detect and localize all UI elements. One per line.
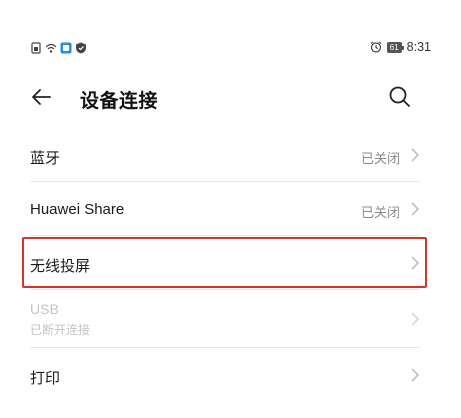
status-left-icons — [30, 42, 87, 54]
list-item-status: 已关闭 — [360, 205, 400, 220]
list-item-huawei-share[interactable]: Huawei Share 已关闭 — [30, 182, 420, 236]
sim-icon — [31, 42, 41, 54]
battery-icon: 61 — [386, 41, 404, 53]
list-item-title: Huawei Share — [30, 201, 125, 218]
arrow-left-icon[interactable] — [28, 84, 54, 110]
list-item-title: 无线投屏 — [30, 258, 91, 275]
chevron-right-icon — [411, 256, 419, 270]
chevron-right-icon — [411, 148, 419, 162]
app-bar: 设备连接 — [0, 78, 461, 118]
chevron-right-icon — [411, 368, 419, 382]
page-title: 设备连接 — [80, 91, 159, 112]
list-item-status: 已关闭 — [360, 151, 400, 166]
list-item-print[interactable]: 打印 — [30, 348, 420, 402]
status-right-icons: 61 8:31 — [370, 40, 431, 54]
list-item-wireless-projection[interactable]: 无线投屏 — [30, 236, 420, 290]
chevron-right-icon — [411, 312, 419, 326]
list-item-title: USB — [30, 301, 59, 317]
list-item-title: 打印 — [30, 370, 61, 387]
list-item-subtitle: 已断开连接 — [30, 323, 91, 337]
list-item-usb[interactable]: USB 已断开连接 — [30, 290, 420, 348]
list-item-title: 蓝牙 — [30, 150, 61, 167]
shield-icon — [76, 42, 86, 54]
status-bar: 61 8:31 — [0, 38, 461, 60]
app-notification-icon — [60, 42, 72, 54]
search-icon[interactable] — [387, 84, 413, 110]
wifi-icon — [45, 43, 57, 53]
alarm-icon — [370, 41, 382, 53]
settings-list: 蓝牙 已关闭 Huawei Share 已关闭 无线投屏 USB 已断开连接 打… — [30, 128, 420, 402]
status-time: 8:31 — [406, 40, 431, 54]
list-item-bluetooth[interactable]: 蓝牙 已关闭 — [30, 128, 420, 182]
chevron-right-icon — [411, 202, 419, 216]
